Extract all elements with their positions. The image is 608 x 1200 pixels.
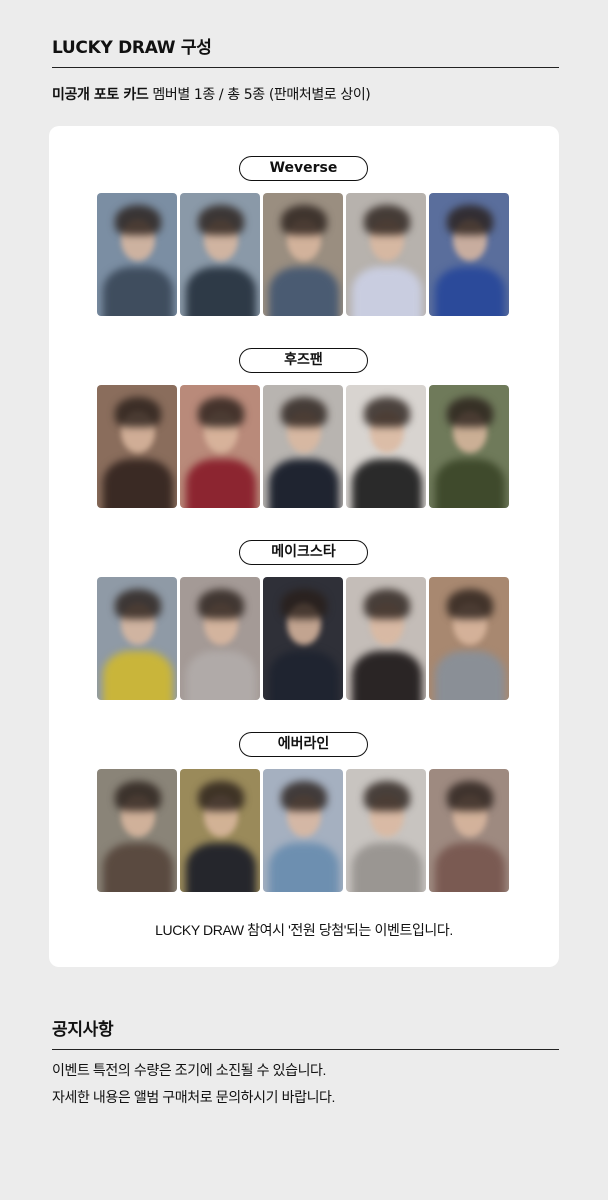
store-label: 에버라인 — [239, 732, 368, 757]
photocard-image — [346, 577, 426, 700]
store-label: Weverse — [239, 156, 368, 181]
photocard-image — [97, 385, 177, 508]
photocard-image — [346, 193, 426, 316]
photocard-image — [346, 769, 426, 892]
photocard-image — [429, 385, 509, 508]
photocard-image — [263, 577, 343, 700]
photocard-row — [97, 193, 511, 316]
store-label: 후즈팬 — [239, 348, 368, 373]
photocard-row — [97, 577, 511, 700]
photocard-image — [263, 769, 343, 892]
lucky-draw-subtitle: 미공개 포토 카드 멤버별 1종 / 총 5종 (판매처별로 상이) — [52, 84, 371, 104]
photocard-image — [346, 385, 426, 508]
subtitle-detail: 멤버별 1종 / 총 5종 (판매처별로 상이) — [148, 87, 371, 103]
notice-line: 자세한 내용은 앨범 구매처로 문의하시기 바랍니다. — [52, 1089, 336, 1105]
store-label: 메이크스타 — [239, 540, 368, 565]
photocard-image — [180, 577, 260, 700]
photocard-image — [97, 577, 177, 700]
photocard-image — [263, 193, 343, 316]
photocard-image — [97, 193, 177, 316]
lucky-draw-footnote: LUCKY DRAW 참여시 '전원 당첨'되는 이벤트입니다. — [155, 922, 453, 938]
subtitle-highlight: 미공개 포토 카드 — [52, 87, 149, 103]
photocard-row — [97, 385, 511, 508]
photocard-image — [180, 385, 260, 508]
photocard-image — [429, 193, 509, 316]
notice-title: 공지사항 — [52, 1015, 559, 1050]
photocard-row — [97, 769, 511, 892]
lucky-draw-card: Weverse 후즈팬 메이크스타 에버라인 — [49, 126, 559, 967]
photocard-image — [429, 577, 509, 700]
photocard-image — [180, 769, 260, 892]
photocard-image — [180, 193, 260, 316]
photocard-image — [263, 385, 343, 508]
photocard-image — [429, 769, 509, 892]
photocard-image — [97, 769, 177, 892]
notice-line: 이벤트 특전의 수량은 조기에 소진될 수 있습니다. — [52, 1062, 327, 1078]
lucky-draw-title: LUCKY DRAW 구성 — [52, 33, 559, 68]
